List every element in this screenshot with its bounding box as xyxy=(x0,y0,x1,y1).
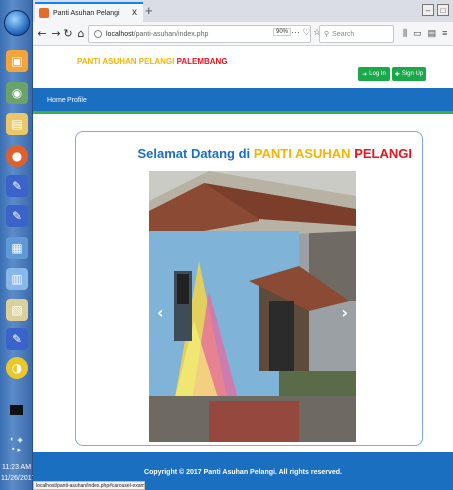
carousel-prev-icon[interactable]: ‹ xyxy=(157,303,164,322)
start-button[interactable] xyxy=(4,10,30,36)
toolbar-icons: ⫼ ▭ ▤ ≡ xyxy=(403,28,447,39)
welcome-heading: Selamat Datang di PANTI ASUHAN PELANGI xyxy=(137,146,412,161)
app-icon[interactable]: ▦ xyxy=(6,237,28,259)
welcome-prefix: Selamat Datang di xyxy=(137,146,251,161)
app-icon[interactable]: ✎ xyxy=(6,175,28,197)
app-icon[interactable]: ▧ xyxy=(6,299,28,321)
page-content: PANTI ASUHAN PELANGI PALEMBANG ➜ Log In … xyxy=(33,47,453,490)
tray-icons: ▪ ▸ xyxy=(4,446,29,456)
folder-icon[interactable]: ▤ xyxy=(6,113,28,135)
os-taskbar: ▣ ◉ ▤ ● ✎ ✎ ▦ ▥ ▧ ✎ ◑ ◐ ◈ ▪ ▸ 11:23 AM 11/… xyxy=(0,0,36,490)
taskbar-indicator xyxy=(10,405,23,415)
reader-icon[interactable]: ▤ xyxy=(428,28,437,39)
app-icon[interactable]: ✎ xyxy=(6,328,28,350)
main-menu: Home Profile xyxy=(33,88,453,114)
home-icon[interactable]: ⌂ xyxy=(74,27,88,40)
welcome-highlight-1: PANTI ASUHAN xyxy=(253,146,351,161)
login-button[interactable]: ➜ Log In xyxy=(358,67,390,81)
menu-icon[interactable]: ≡ xyxy=(442,28,447,39)
minimize-icon[interactable]: – xyxy=(422,4,434,16)
house-photo xyxy=(149,171,356,442)
search-placeholder: Search xyxy=(332,30,355,38)
signup-button[interactable]: ✚ Sign Up xyxy=(392,67,426,81)
sidebar-icon[interactable]: ▭ xyxy=(413,28,422,39)
navigation-toolbar: ← → ↻ ⌂ localhost/panti-asuhan/index.php… xyxy=(33,22,453,46)
page-actions[interactable]: ··· ♡ ☆ xyxy=(291,27,321,38)
screen: ▣ ◉ ▤ ● ✎ ✎ ▦ ▥ ▧ ✎ ◑ ◐ ◈ ▪ ▸ 11:23 AM 11/… xyxy=(0,0,453,490)
menu-item-profile[interactable]: Profile xyxy=(67,97,87,104)
carousel-image: ‹ › xyxy=(149,171,356,442)
welcome-highlight-2: PELANGI xyxy=(354,146,412,161)
search-input[interactable]: ⚲ Search xyxy=(319,25,394,43)
site-brand[interactable]: PANTI ASUHAN PELANGI PALEMBANG xyxy=(77,57,228,66)
favicon-icon xyxy=(39,8,49,18)
close-tab-icon[interactable]: x xyxy=(132,7,137,18)
browser-window: Panti Asuhan Pelangi x + – □ ← → ↻ ⌂ loc… xyxy=(33,0,453,490)
login-label: Log In xyxy=(369,71,386,77)
site-info-icon[interactable] xyxy=(94,30,102,38)
clock-time[interactable]: 11:23 AM xyxy=(1,463,32,472)
reload-icon[interactable]: ↻ xyxy=(61,27,75,40)
site-header: PANTI ASUHAN PELANGI PALEMBANG ➜ Log In … xyxy=(33,47,453,85)
network-icon[interactable]: ▪ xyxy=(12,446,14,456)
maximize-icon[interactable]: □ xyxy=(437,4,449,16)
login-icon: ➜ xyxy=(362,71,368,78)
library-icon[interactable]: ⫼ xyxy=(403,28,407,39)
signup-label: Sign Up xyxy=(401,71,424,77)
back-icon[interactable]: ← xyxy=(35,27,49,40)
status-url: localhost/panti-asuhan/index.php#carouse… xyxy=(33,481,145,490)
window-controls: – □ xyxy=(422,4,449,16)
firefox-icon[interactable]: ● xyxy=(6,145,28,167)
menu-item-home[interactable]: Home xyxy=(47,97,66,104)
url-host: localhost xyxy=(106,30,134,38)
copyright-text: Copyright © 2017 Panti Asuhan Pelangi. A… xyxy=(144,469,342,476)
document-icon[interactable]: ▥ xyxy=(6,268,28,290)
brand-city: PALEMBANG xyxy=(176,57,228,66)
welcome-card: Selamat Datang di PANTI ASUHAN PELANGI ‹… xyxy=(75,131,423,446)
speaker-icon[interactable]: ◐ xyxy=(10,436,14,446)
url-path: /panti-asuhan/index.php xyxy=(133,30,209,38)
tab-bar: Panti Asuhan Pelangi x + – □ xyxy=(33,0,453,22)
app-icon[interactable]: ✎ xyxy=(6,205,28,227)
tab-title: Panti Asuhan Pelangi xyxy=(53,9,120,17)
app-icon[interactable]: ◑ xyxy=(6,357,28,379)
search-icon: ⚲ xyxy=(324,31,330,38)
flag-icon[interactable]: ▸ xyxy=(17,446,21,456)
app-icon[interactable]: ▣ xyxy=(6,50,28,72)
clock-date[interactable]: 11/26/2017 xyxy=(1,475,36,482)
zoom-indicator[interactable]: 90% xyxy=(273,28,292,36)
brand-name: PANTI ASUHAN PELANGI xyxy=(77,57,175,66)
browser-tab[interactable]: Panti Asuhan Pelangi x xyxy=(35,2,143,22)
app-icon[interactable]: ◉ xyxy=(6,82,28,104)
signup-icon: ✚ xyxy=(394,71,400,78)
alert-icon[interactable]: ◈ xyxy=(17,436,22,446)
carousel-next-icon[interactable]: › xyxy=(341,303,348,322)
new-tab-icon[interactable]: + xyxy=(145,3,153,18)
tray-icons: ◐ ◈ xyxy=(4,436,29,446)
